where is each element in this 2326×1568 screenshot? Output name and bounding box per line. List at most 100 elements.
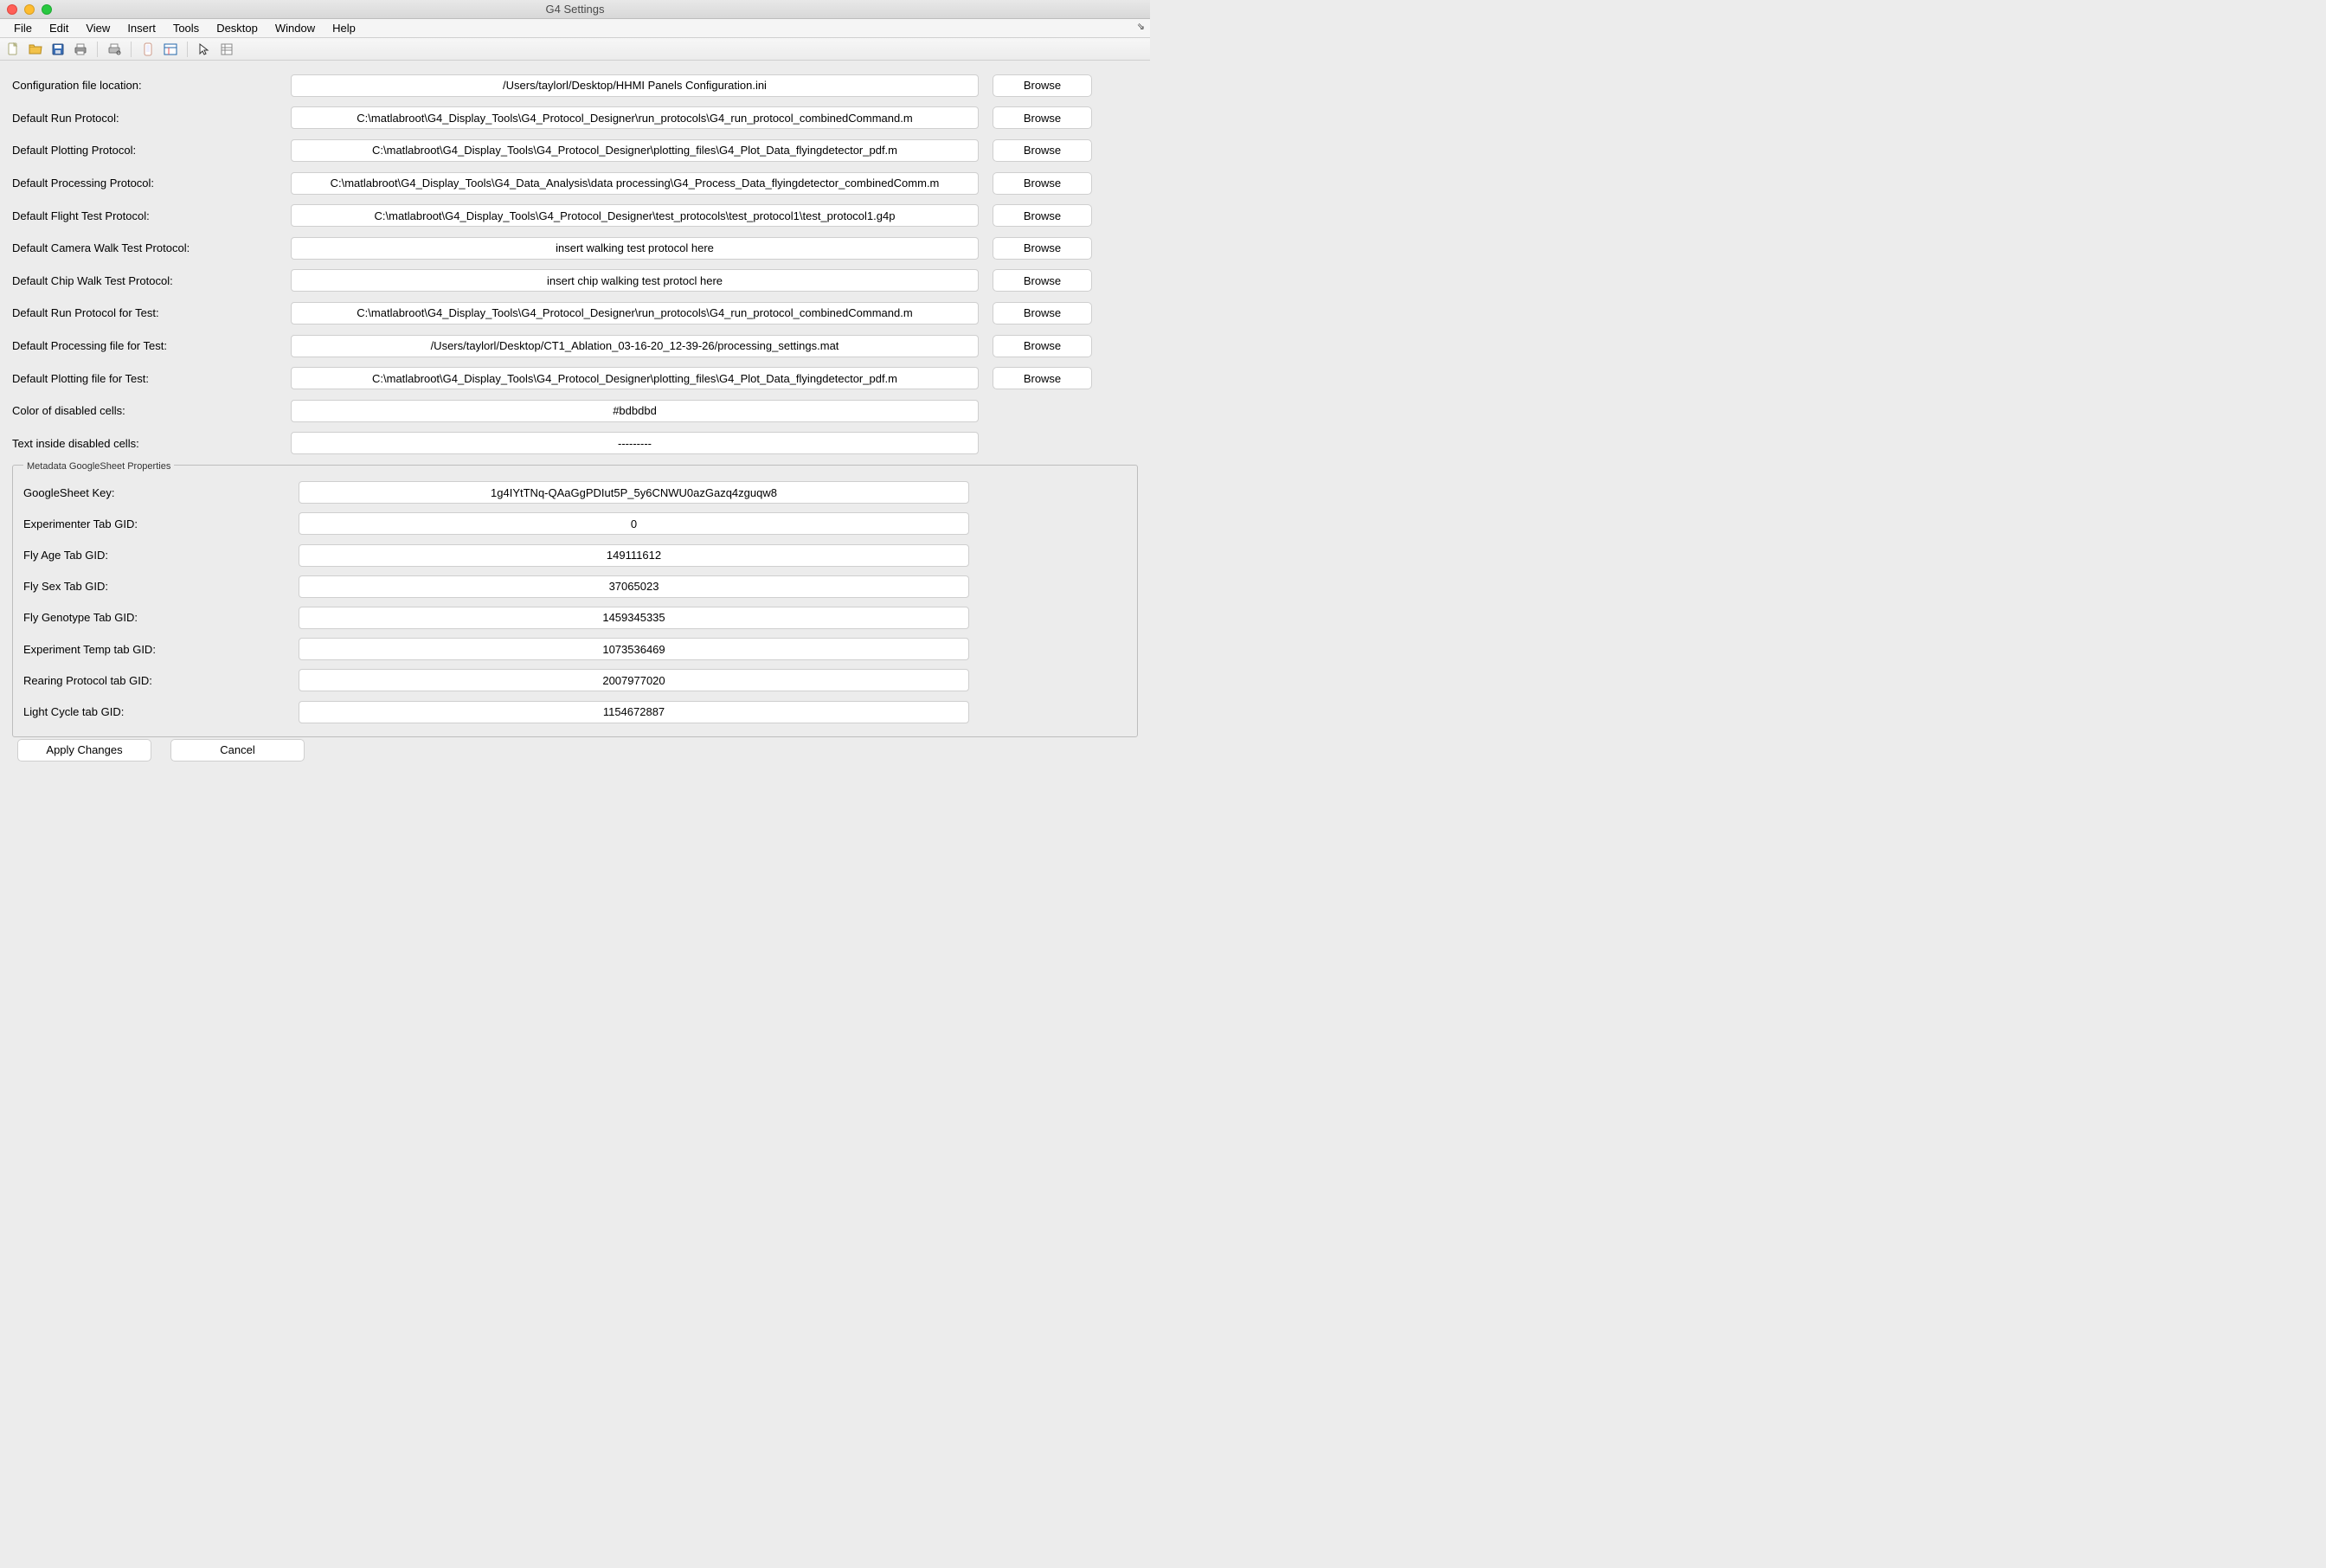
zoom-window-button[interactable] [42, 4, 52, 15]
metadata-row: Fly Sex Tab GID:37065023 [23, 571, 1127, 602]
toolbar [0, 38, 1150, 61]
settings-row: Default Plotting file for Test:C:\matlab… [12, 362, 1138, 395]
metadata-label: Experimenter Tab GID: [23, 517, 299, 530]
menu-desktop[interactable]: Desktop [208, 20, 267, 36]
setting-value-field[interactable]: C:\matlabroot\G4_Display_Tools\G4_Data_A… [291, 172, 979, 195]
metadata-row: Experiment Temp tab GID:1073536469 [23, 633, 1127, 665]
setting-label: Default Run Protocol: [12, 112, 291, 125]
browse-button[interactable]: Browse [993, 139, 1092, 162]
metadata-row: GoogleSheet Key:1g4IYtTNq-QAaGgPDIut5P_5… [23, 477, 1127, 508]
settings-row: Configuration file location:/Users/taylo… [12, 69, 1138, 102]
apply-changes-button[interactable]: Apply Changes [17, 739, 151, 762]
metadata-label: Fly Age Tab GID: [23, 549, 299, 562]
setting-value-field[interactable]: /Users/taylorl/Desktop/CT1_Ablation_03-1… [291, 335, 979, 357]
open-folder-icon[interactable] [28, 42, 43, 57]
setting-label: Default Flight Test Protocol: [12, 209, 291, 222]
menu-help[interactable]: Help [324, 20, 364, 36]
toolbar-divider [131, 42, 132, 57]
toolbar-divider [187, 42, 188, 57]
settings-row: Default Run Protocol:C:\matlabroot\G4_Di… [12, 102, 1138, 135]
settings-row: Default Camera Walk Test Protocol:insert… [12, 232, 1138, 265]
browse-button[interactable]: Browse [993, 204, 1092, 227]
setting-label: Default Plotting Protocol: [12, 144, 291, 157]
metadata-row: Fly Age Tab GID:149111612 [23, 540, 1127, 571]
toolbar-divider [97, 42, 98, 57]
metadata-label: Light Cycle tab GID: [23, 705, 299, 718]
metadata-value-field[interactable]: 1459345335 [299, 607, 969, 629]
browse-button[interactable]: Browse [993, 302, 1092, 325]
properties-icon[interactable] [219, 42, 235, 57]
metadata-value-field[interactable]: 1154672887 [299, 701, 969, 723]
titlebar: G4 Settings [0, 0, 1150, 19]
setting-value-field[interactable]: #bdbdbd [291, 400, 979, 422]
browse-button[interactable]: Browse [993, 269, 1092, 292]
new-file-icon[interactable] [5, 42, 21, 57]
metadata-value-field[interactable]: 0 [299, 512, 969, 535]
setting-label: Default Plotting file for Test: [12, 372, 291, 385]
close-window-button[interactable] [7, 4, 17, 15]
metadata-value-field[interactable]: 1073536469 [299, 638, 969, 660]
setting-label: Default Run Protocol for Test: [12, 306, 291, 319]
settings-row: Default Chip Walk Test Protocol:insert c… [12, 265, 1138, 298]
menu-edit[interactable]: Edit [41, 20, 77, 36]
menu-insert[interactable]: Insert [119, 20, 164, 36]
metadata-legend: Metadata GoogleSheet Properties [23, 461, 174, 472]
metadata-value-field[interactable]: 1g4IYtTNq-QAaGgPDIut5P_5y6CNWU0azGazq4zg… [299, 481, 969, 504]
setting-label: Default Processing Protocol: [12, 177, 291, 190]
metadata-fieldset: Metadata GoogleSheet Properties GoogleSh… [12, 465, 1138, 737]
setting-value-field[interactable]: C:\matlabroot\G4_Display_Tools\G4_Protoc… [291, 367, 979, 389]
menu-tools[interactable]: Tools [164, 20, 208, 36]
mobile-icon[interactable] [140, 42, 156, 57]
setting-value-field[interactable]: /Users/taylorl/Desktop/HHMI Panels Confi… [291, 74, 979, 97]
setting-value-field[interactable]: C:\matlabroot\G4_Display_Tools\G4_Protoc… [291, 106, 979, 129]
setting-label: Default Processing file for Test: [12, 339, 291, 352]
page-setup-icon[interactable] [106, 42, 122, 57]
setting-label: Default Camera Walk Test Protocol: [12, 241, 291, 254]
settings-row: Default Processing Protocol:C:\matlabroo… [12, 167, 1138, 200]
metadata-label: Experiment Temp tab GID: [23, 643, 299, 656]
metadata-label: GoogleSheet Key: [23, 486, 299, 499]
browse-button[interactable]: Browse [993, 74, 1092, 97]
setting-value-field[interactable]: --------- [291, 432, 979, 454]
settings-row: Text inside disabled cells:--------- [12, 427, 1138, 460]
browse-button[interactable]: Browse [993, 367, 1092, 389]
metadata-label: Rearing Protocol tab GID: [23, 674, 299, 687]
settings-row: Default Run Protocol for Test:C:\matlabr… [12, 297, 1138, 330]
setting-value-field[interactable]: C:\matlabroot\G4_Display_Tools\G4_Protoc… [291, 139, 979, 162]
metadata-label: Fly Sex Tab GID: [23, 580, 299, 593]
metadata-value-field[interactable]: 37065023 [299, 575, 969, 598]
menubar-overflow-icon[interactable]: ⇘ [1137, 21, 1145, 32]
setting-label: Text inside disabled cells: [12, 437, 291, 450]
menu-window[interactable]: Window [267, 20, 324, 36]
settings-row: Default Processing file for Test:/Users/… [12, 330, 1138, 363]
setting-value-field[interactable]: insert walking test protocol here [291, 237, 979, 260]
browse-button[interactable]: Browse [993, 237, 1092, 260]
metadata-row: Fly Genotype Tab GID:1459345335 [23, 602, 1127, 633]
pointer-icon[interactable] [196, 42, 212, 57]
metadata-row: Experimenter Tab GID:0 [23, 508, 1127, 539]
setting-value-field[interactable]: C:\matlabroot\G4_Display_Tools\G4_Protoc… [291, 204, 979, 227]
browse-button[interactable]: Browse [993, 172, 1092, 195]
metadata-row: Rearing Protocol tab GID:2007977020 [23, 665, 1127, 696]
browse-button[interactable]: Browse [993, 106, 1092, 129]
menu-view[interactable]: View [77, 20, 119, 36]
setting-label: Default Chip Walk Test Protocol: [12, 274, 291, 287]
print-icon[interactable] [73, 42, 88, 57]
metadata-label: Fly Genotype Tab GID: [23, 611, 299, 624]
cancel-button[interactable]: Cancel [170, 739, 305, 762]
setting-label: Color of disabled cells: [12, 404, 291, 417]
save-icon[interactable] [50, 42, 66, 57]
window-title: G4 Settings [0, 3, 1150, 16]
settings-row: Default Flight Test Protocol:C:\matlabro… [12, 199, 1138, 232]
setting-value-field[interactable]: insert chip walking test protocl here [291, 269, 979, 292]
metadata-value-field[interactable]: 149111612 [299, 544, 969, 567]
settings-row: Default Plotting Protocol:C:\matlabroot\… [12, 134, 1138, 167]
minimize-window-button[interactable] [24, 4, 35, 15]
setting-label: Configuration file location: [12, 79, 291, 92]
browse-button[interactable]: Browse [993, 335, 1092, 357]
setting-value-field[interactable]: C:\matlabroot\G4_Display_Tools\G4_Protoc… [291, 302, 979, 325]
metadata-value-field[interactable]: 2007977020 [299, 669, 969, 691]
layout-icon[interactable] [163, 42, 178, 57]
menubar: File Edit View Insert Tools Desktop Wind… [0, 19, 1150, 38]
menu-file[interactable]: File [5, 20, 41, 36]
